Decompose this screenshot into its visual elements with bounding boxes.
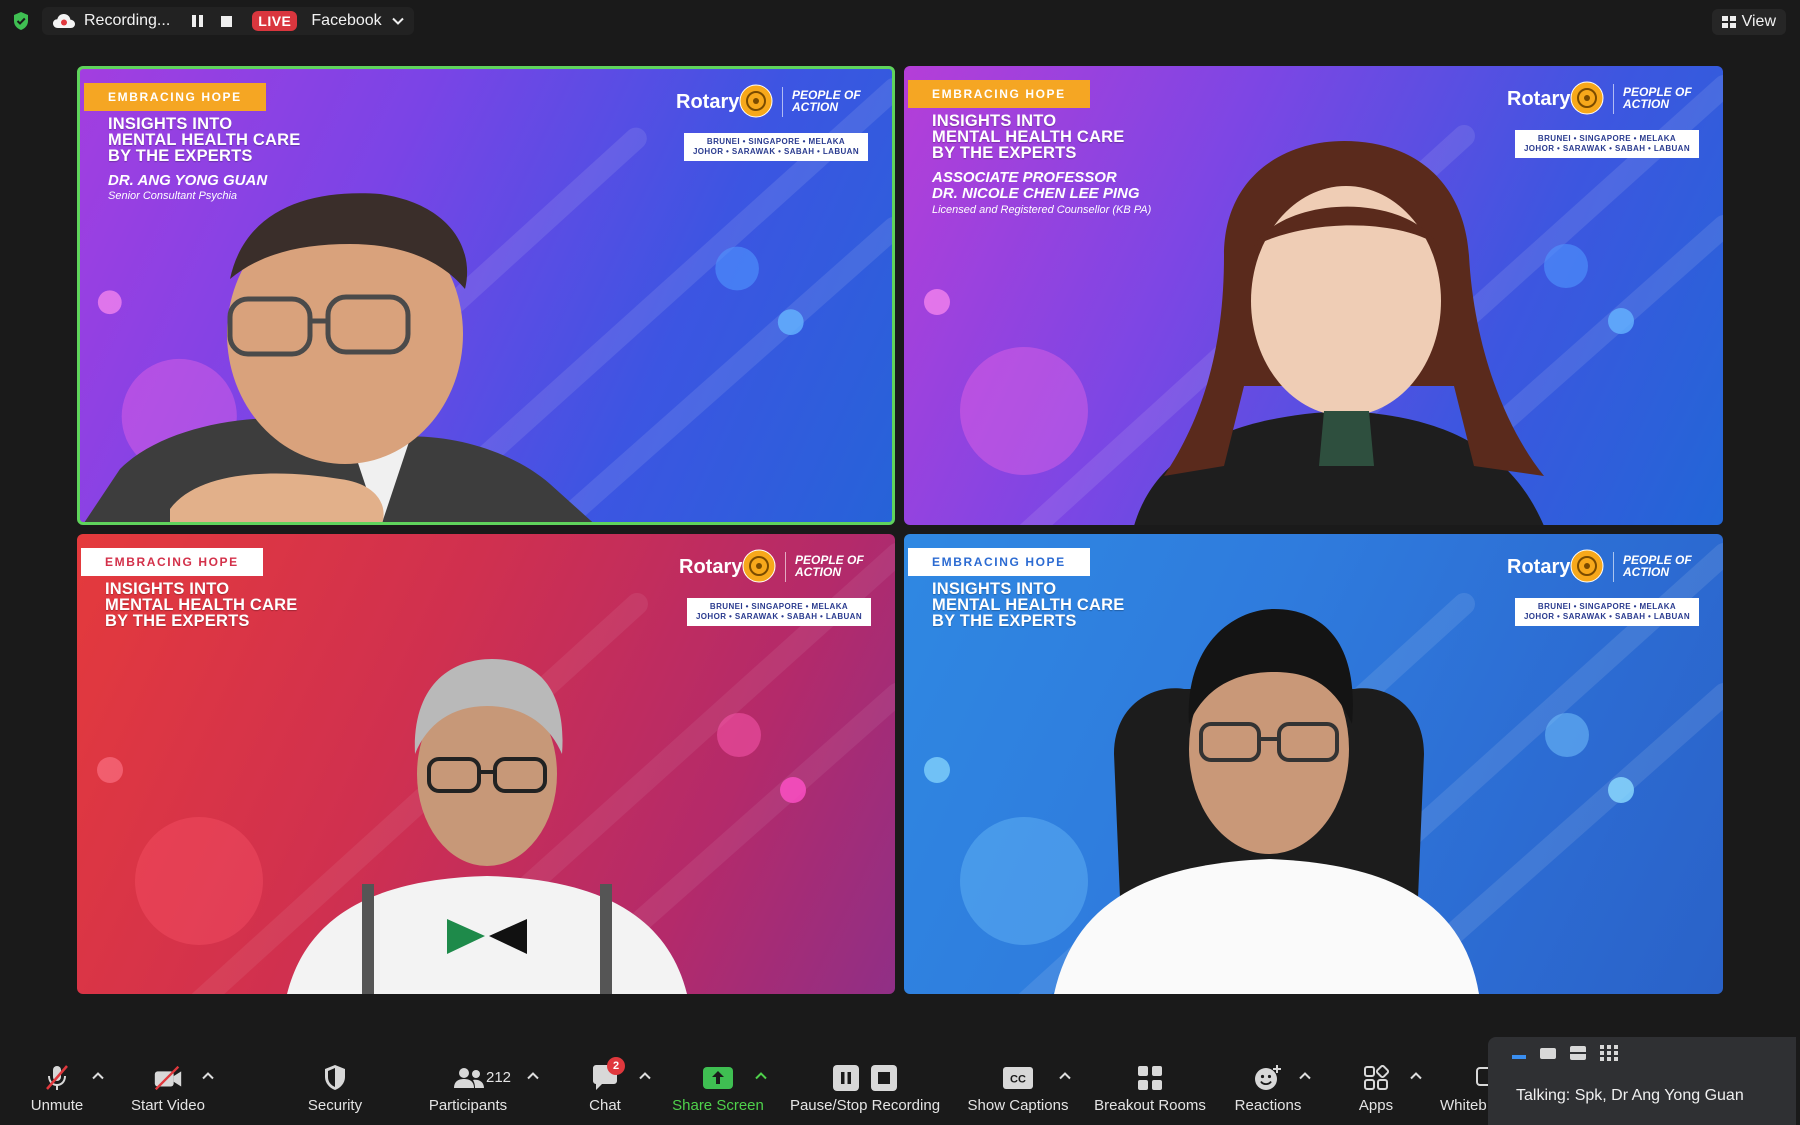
- svg-text:CC: CC: [1010, 1074, 1026, 1086]
- top-bar: Recording... LIVE Facebook View: [0, 0, 1800, 44]
- unmute-button[interactable]: Unmute: [28, 1063, 86, 1121]
- cloud-recording-icon: [53, 14, 75, 28]
- rotary-wheel-icon: [739, 84, 773, 118]
- stop-recording-button[interactable]: [221, 15, 233, 27]
- share-screen-label: Share Screen: [672, 1097, 764, 1114]
- rotary-wheel-icon: [1570, 549, 1604, 583]
- participants-options-caret-icon[interactable]: [527, 1072, 539, 1080]
- embracing-hope-tag: EMBRACING HOPE: [908, 548, 1090, 576]
- video-tile-participant-3[interactable]: EMBRACING HOPE INSIGHTS INTO MENTAL HEALT…: [77, 534, 895, 994]
- rotary-wheel-icon: [742, 549, 776, 583]
- participant-video-dr-nicole: [1134, 141, 1544, 525]
- layout-switcher: [1512, 1045, 1618, 1061]
- start-video-label: Start Video: [131, 1097, 205, 1114]
- captions-options-caret-icon[interactable]: [1059, 1072, 1071, 1080]
- apps-label: Apps: [1358, 1097, 1394, 1114]
- apps-button[interactable]: Apps: [1352, 1063, 1400, 1121]
- security-shield-icon: [325, 1065, 345, 1090]
- apps-icon: [1364, 1065, 1389, 1090]
- chat-label: Chat: [589, 1097, 621, 1114]
- embracing-hope-tag: EMBRACING HOPE: [84, 83, 266, 111]
- talking-indicator: Talking: Spk, Dr Ang Yong Guan: [1516, 1087, 1744, 1104]
- view-label: View: [1741, 13, 1776, 30]
- active-speaker-panel: Talking: Spk, Dr Ang Yong Guan: [1488, 1037, 1796, 1125]
- chat-button[interactable]: 2 Chat: [585, 1057, 625, 1121]
- pause-icon: [833, 1065, 859, 1091]
- rotary-logo: Rotary PEOPLE OF ACTION BRUNEI • SINGAPOR…: [679, 548, 871, 632]
- embracing-hope-tag: EMBRACING HOPE: [81, 548, 263, 576]
- video-tile-participant-4[interactable]: EMBRACING HOPE INSIGHTS INTO MENTAL HEALT…: [904, 534, 1723, 994]
- microphone-muted-icon: [46, 1065, 68, 1090]
- unmute-label: Unmute: [30, 1097, 84, 1114]
- chevron-down-icon[interactable]: [391, 17, 404, 25]
- stream-target-label[interactable]: Facebook: [311, 12, 381, 30]
- participant-video-3: [287, 659, 687, 994]
- reactions-button[interactable]: Reactions: [1232, 1063, 1304, 1121]
- apps-options-caret-icon[interactable]: [1410, 1072, 1422, 1080]
- zoom-meeting-window: Recording... LIVE Facebook View EMBRACIN…: [0, 0, 1800, 1125]
- pause-stop-recording-button[interactable]: Pause/Stop Recording: [786, 1063, 944, 1121]
- layout-minimized-icon[interactable]: [1512, 1055, 1526, 1059]
- video-tile-dr-ang[interactable]: EMBRACING HOPE INSIGHTS INTO MENTAL HEALT…: [77, 66, 895, 525]
- share-screen-button[interactable]: Share Screen: [670, 1063, 766, 1121]
- breakout-rooms-icon: [1138, 1066, 1162, 1090]
- participants-icon: [454, 1068, 484, 1088]
- show-captions-label: Show Captions: [967, 1097, 1069, 1114]
- participants-label: Participants: [428, 1097, 508, 1114]
- layout-speaker-icon[interactable]: [1540, 1047, 1556, 1059]
- chat-unread-badge: 2: [607, 1057, 625, 1075]
- layout-strip-icon[interactable]: [1570, 1046, 1586, 1060]
- reactions-label: Reactions: [1234, 1097, 1302, 1114]
- stop-icon: [871, 1065, 897, 1091]
- video-tile-dr-nicole[interactable]: EMBRACING HOPE INSIGHTS INTO MENTAL HEALT…: [904, 66, 1723, 525]
- recording-status-pill: Recording... LIVE Facebook: [42, 7, 414, 35]
- recording-label: Recording...: [84, 12, 171, 29]
- closed-captions-icon: CC: [1003, 1067, 1033, 1089]
- chat-options-caret-icon[interactable]: [639, 1072, 651, 1080]
- live-badge: LIVE: [252, 11, 298, 31]
- breakout-rooms-button[interactable]: Breakout Rooms: [1090, 1063, 1210, 1121]
- encryption-shield-icon[interactable]: [12, 11, 30, 31]
- rotary-logo: Rotary PEOPLE OF ACTION BRUNEI • SINGAPOR…: [1507, 548, 1699, 632]
- start-video-button[interactable]: Start Video: [128, 1063, 208, 1121]
- audio-options-caret-icon[interactable]: [92, 1072, 104, 1080]
- event-headline: INSIGHTS INTO MENTAL HEALTH CARE BY THE EX…: [105, 580, 298, 630]
- share-screen-arrow-icon: [703, 1067, 733, 1089]
- grid-view-icon: [1721, 16, 1736, 28]
- share-options-caret-icon[interactable]: [755, 1072, 767, 1080]
- security-button[interactable]: Security: [300, 1063, 370, 1121]
- rotary-logo: Rotary PEOPLE OF ACTION BRUNEI • SINGAPOR…: [676, 83, 868, 167]
- embracing-hope-tag: EMBRACING HOPE: [908, 80, 1090, 108]
- participant-video-4: [1054, 609, 1479, 994]
- show-captions-button[interactable]: CC Show Captions: [964, 1063, 1072, 1121]
- video-camera-off-icon: [154, 1065, 182, 1091]
- rotary-wheel-icon: [1570, 81, 1604, 115]
- reactions-options-caret-icon[interactable]: [1299, 1072, 1311, 1080]
- breakout-rooms-label: Breakout Rooms: [1094, 1097, 1206, 1114]
- pause-stop-recording-label: Pause/Stop Recording: [789, 1097, 941, 1114]
- view-button[interactable]: View: [1711, 9, 1786, 35]
- participant-count: 212: [486, 1069, 512, 1086]
- participants-button[interactable]: 212 Participants: [423, 1063, 513, 1121]
- whiteboards-label: Whiteb: [1440, 1097, 1487, 1114]
- layout-gallery-icon[interactable]: [1600, 1045, 1618, 1061]
- security-label: Security: [307, 1097, 363, 1114]
- participant-video-dr-ang: [84, 193, 593, 522]
- pause-recording-button[interactable]: [192, 15, 204, 27]
- video-options-caret-icon[interactable]: [202, 1072, 214, 1080]
- smiley-reactions-icon: [1255, 1065, 1281, 1090]
